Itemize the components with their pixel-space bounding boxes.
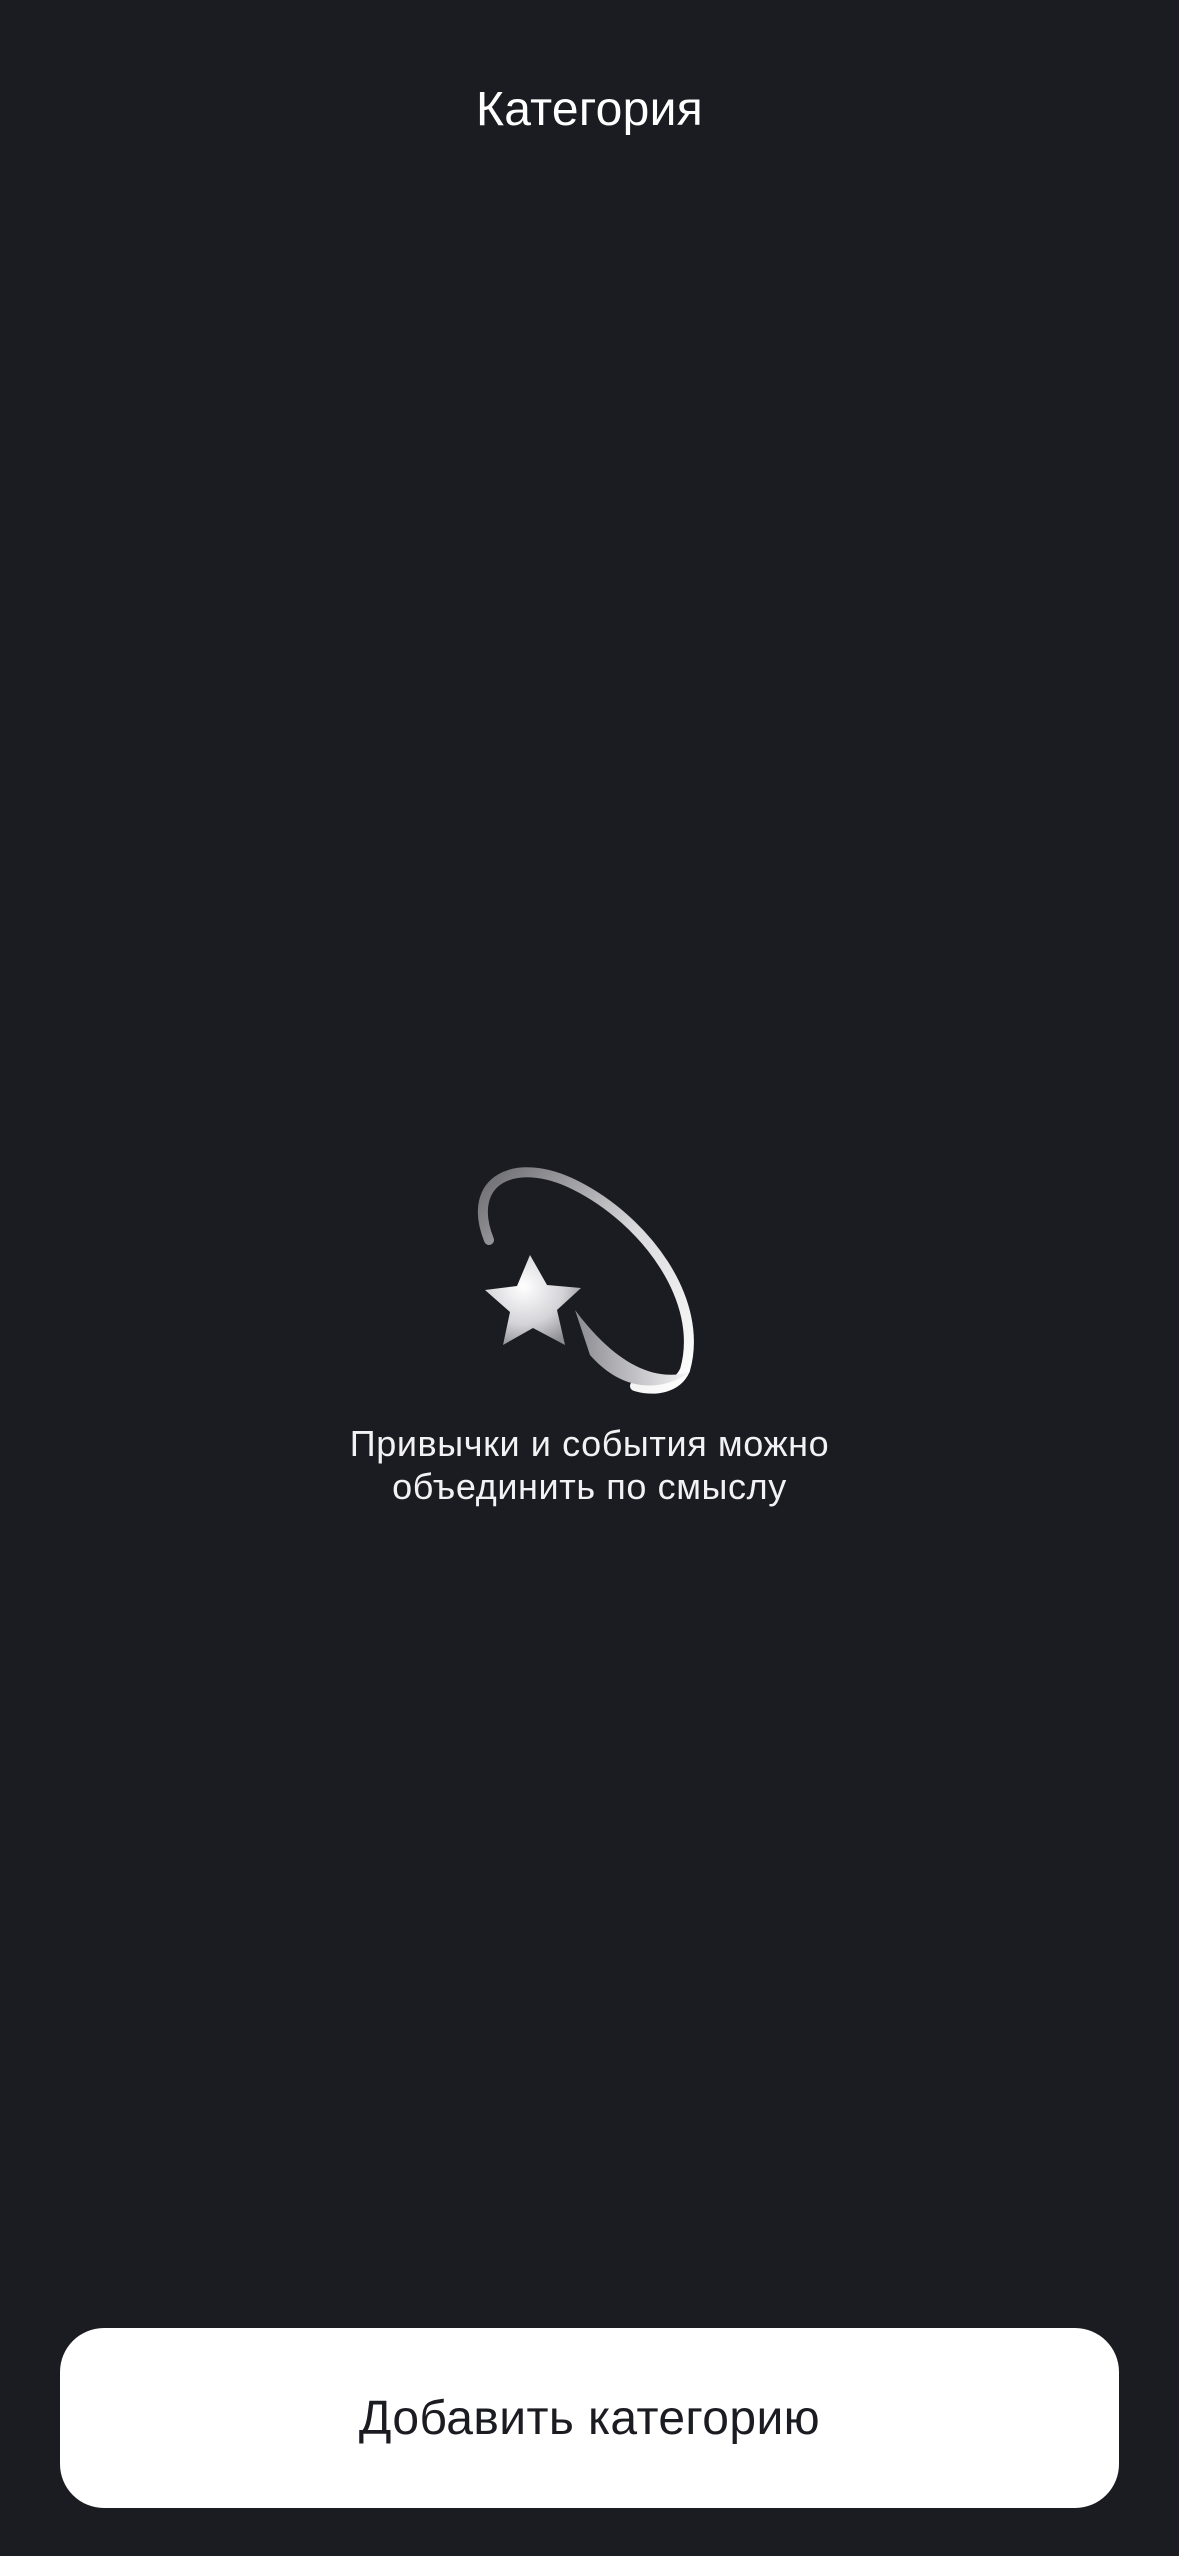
empty-state: Привычки и события можно объединить по с… xyxy=(0,1150,1179,1508)
page-title: Категория xyxy=(475,83,704,136)
empty-state-line-2: объединить по смыслу xyxy=(392,1466,787,1507)
shooting-star-icon xyxy=(477,1167,694,1394)
add-category-button-label: Добавить категорию xyxy=(358,2391,821,2445)
empty-state-message: Привычки и события можно объединить по с… xyxy=(240,1422,940,1508)
empty-state-line-1: Привычки и события можно xyxy=(349,1423,830,1464)
category-screen: Категория Привычки и события можно объед… xyxy=(0,0,1179,2556)
add-category-button[interactable]: Добавить категорию xyxy=(60,2328,1119,2508)
